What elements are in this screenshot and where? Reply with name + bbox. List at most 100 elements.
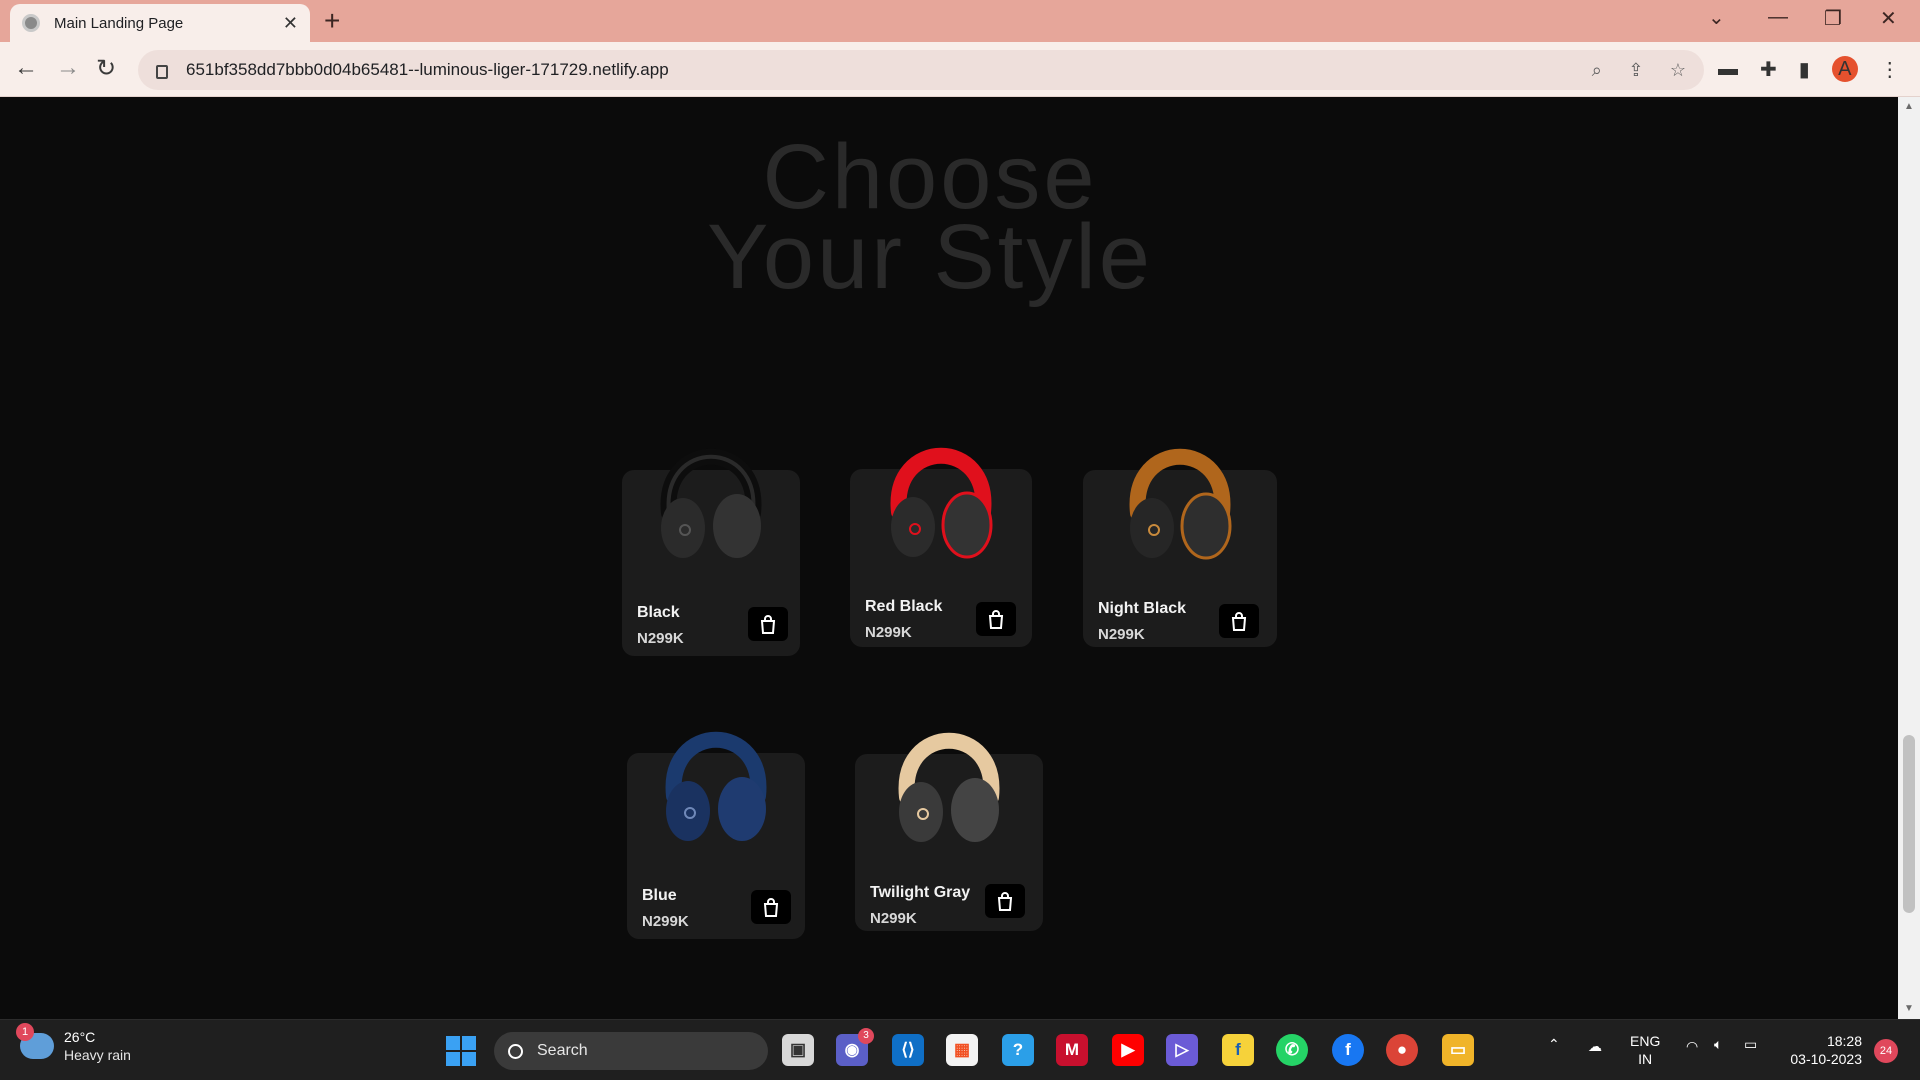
product-name: Night Black (1098, 600, 1187, 617)
scrollbar-thumb[interactable] (1903, 735, 1915, 913)
page-heading: Choose Your Style (0, 126, 1860, 308)
clock-date: 03-10-2023 (1790, 1051, 1862, 1067)
system-clock[interactable]: 18:28 03-10-2023 (1782, 1032, 1862, 1068)
volume-icon[interactable]: 🔈︎ (1714, 1036, 1722, 1053)
wifi-icon[interactable]: ◠ (1686, 1038, 1698, 1055)
shopping-bag-icon (997, 892, 1013, 911)
close-window-button[interactable]: ✕ (1880, 6, 1897, 31)
onedrive-icon[interactable]: ☁ (1588, 1038, 1602, 1055)
headphone-image (1083, 418, 1277, 568)
back-arrow-icon[interactable]: ← (14, 54, 38, 82)
cast-icon[interactable]: ▬ (1718, 58, 1738, 81)
add-to-cart-button[interactable] (985, 884, 1025, 918)
reload-icon[interactable]: ↻ (96, 54, 116, 83)
weather-description: Heavy rain (64, 1047, 131, 1063)
windows-taskbar: 1 26°C Heavy rain Search ▣ ◉ 3 ⟨⟩ ▦ ? M ▶… (0, 1019, 1920, 1080)
bookmark-star-icon[interactable]: ☆ (1670, 60, 1686, 80)
product-name: Black (637, 604, 680, 621)
headphone-image (627, 701, 805, 851)
product-card[interactable]: Blue N299K (627, 731, 805, 939)
extensions-puzzle-icon[interactable]: ✚ (1760, 57, 1777, 82)
region-code: IN (1638, 1051, 1653, 1067)
headphone-icon (660, 448, 762, 558)
teams-badge: 3 (858, 1028, 874, 1044)
product-price: N299K (870, 910, 917, 927)
heading-line-1: Choose (762, 126, 1098, 228)
headphone-icon (890, 447, 993, 559)
taskbar-search[interactable]: Search (494, 1032, 768, 1070)
shopping-bag-icon (760, 615, 776, 634)
product-name: Red Black (865, 598, 943, 615)
whatsapp-icon[interactable]: ✆ (1276, 1034, 1308, 1066)
help-icon[interactable]: ? (1002, 1034, 1034, 1066)
url-text[interactable]: 651bf358dd7bbb0d04b65481--luminous-liger… (186, 60, 1570, 80)
headphone-image (850, 417, 1032, 567)
weather-widget[interactable]: 1 26°C Heavy rain (16, 1023, 131, 1064)
windows-start-icon[interactable] (446, 1036, 476, 1066)
profile-avatar[interactable]: A (1831, 56, 1858, 82)
flipkart-icon[interactable]: f (1222, 1034, 1254, 1066)
headphone-image (622, 418, 800, 568)
shopping-bag-icon (988, 610, 1004, 629)
headphone-icon (1129, 448, 1232, 560)
browser-toolbar: ← → ↻ 651bf358dd7bbb0d04b65481--luminous… (0, 42, 1920, 97)
weather-cloud-icon: 1 (16, 1023, 54, 1059)
side-panel-icon[interactable]: ▮ (1799, 57, 1810, 82)
share-icon[interactable]: ⇪ (1628, 60, 1643, 80)
product-name: Blue (642, 887, 677, 904)
chrome-icon[interactable]: ● (1386, 1034, 1418, 1066)
product-card[interactable]: Black N299K (622, 448, 800, 656)
teams-chat-icon[interactable]: ◉ 3 (836, 1028, 874, 1066)
weather-temperature: 26°C (64, 1029, 96, 1045)
globe-icon (22, 14, 40, 32)
page-scrollbar[interactable]: ▲ ▼ (1898, 97, 1920, 1019)
scroll-up-arrow-icon[interactable]: ▲ (1904, 101, 1914, 112)
product-card[interactable]: Night Black N299K (1083, 448, 1277, 647)
product-price: N299K (1098, 626, 1145, 643)
microsoft-store-icon[interactable]: ▦ (946, 1034, 978, 1066)
scroll-down-arrow-icon[interactable]: ▼ (1904, 1003, 1914, 1014)
add-to-cart-button[interactable] (1219, 604, 1259, 638)
forward-arrow-icon[interactable]: → (56, 54, 80, 82)
headphone-icon (665, 731, 767, 841)
show-hidden-icons-chevron-icon[interactable]: ⌃ (1548, 1036, 1560, 1053)
screen: Main Landing Page ✕ + ⌄ — ❐ ✕ ← → ↻ 651b… (0, 0, 1920, 1080)
page-viewport: Choose Your Style Black N299K Red Black … (0, 97, 1898, 1019)
restore-button[interactable]: ❐ (1824, 6, 1842, 31)
product-price: N299K (642, 913, 689, 930)
add-to-cart-button[interactable] (751, 890, 791, 924)
product-card[interactable]: Twilight Gray N299K (855, 732, 1043, 931)
search-icon (508, 1043, 523, 1059)
task-view-icon[interactable]: ▣ (782, 1034, 814, 1066)
chrome-menu-icon[interactable]: ⋮ (1880, 57, 1900, 82)
add-to-cart-button[interactable] (748, 607, 788, 641)
notification-badge[interactable]: 24 (1874, 1039, 1898, 1063)
file-explorer-icon[interactable]: ▭ (1442, 1034, 1474, 1066)
address-bar[interactable]: 651bf358dd7bbb0d04b65481--luminous-liger… (138, 50, 1704, 90)
shopping-bag-icon (763, 898, 779, 917)
battery-icon[interactable]: ▭ (1744, 1036, 1757, 1053)
close-tab-icon[interactable]: ✕ (283, 13, 298, 34)
product-price: N299K (865, 624, 912, 641)
tab-search-chevron-icon[interactable]: ⌄ (1708, 5, 1725, 30)
product-price: N299K (637, 630, 684, 647)
language-indicator[interactable]: ENG IN (1630, 1032, 1660, 1068)
new-tab-button[interactable]: + (324, 6, 340, 36)
weather-badge: 1 (16, 1023, 34, 1041)
facebook-icon[interactable]: f (1332, 1034, 1364, 1066)
youtube-icon[interactable]: ▶ (1112, 1034, 1144, 1066)
mcafee-icon[interactable]: M (1056, 1034, 1088, 1066)
prime-video-icon[interactable]: ▷ (1166, 1034, 1198, 1066)
add-to-cart-button[interactable] (976, 602, 1016, 636)
headphone-icon (898, 732, 1000, 842)
vscode-icon[interactable]: ⟨⟩ (892, 1034, 924, 1066)
minimize-button[interactable]: — (1768, 6, 1788, 29)
product-card[interactable]: Red Black N299K (850, 447, 1032, 647)
language-code: ENG (1630, 1033, 1661, 1049)
zoom-search-icon[interactable]: ⌕ (1592, 60, 1602, 80)
browser-tab[interactable]: Main Landing Page ✕ (10, 4, 310, 42)
clock-time: 18:28 (1826, 1033, 1862, 1049)
heading-line-2: Your Style (707, 206, 1153, 308)
shopping-bag-icon (1231, 612, 1247, 631)
search-label: Search (537, 1042, 588, 1059)
